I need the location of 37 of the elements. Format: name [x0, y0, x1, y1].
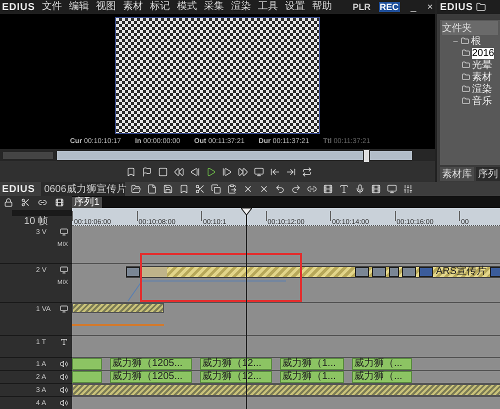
- menu-item[interactable]: 帮助: [312, 1, 332, 13]
- tree-item[interactable]: 素材: [472, 70, 492, 84]
- audio-clip[interactable]: 威力狮（1205...: [110, 371, 192, 383]
- audio-clip[interactable]: 威力狮（...: [352, 358, 412, 370]
- bin-tab[interactable]: 序列: [476, 167, 500, 181]
- bin-tab[interactable]: 素材库: [440, 167, 474, 181]
- app-logo: EDIUS: [2, 2, 36, 12]
- app-logo: EDIUS: [2, 184, 36, 194]
- mode-tab[interactable]: PLR: [352, 2, 372, 12]
- tree-item[interactable]: 光晕: [472, 58, 492, 72]
- project-name-field[interactable]: 0606威力狮宣传片: [41, 182, 126, 196]
- menu-item[interactable]: 编辑: [69, 1, 90, 13]
- app-logo: EDIUS: [440, 2, 474, 12]
- menu-item[interactable]: 设置: [285, 1, 306, 13]
- sequence-tab[interactable]: 序列1: [72, 197, 102, 208]
- video-clip[interactable]: ARS宣传片: [126, 266, 500, 278]
- menu-item[interactable]: 素材: [123, 1, 144, 13]
- tree-item[interactable]: 音乐: [472, 94, 492, 108]
- tree-item[interactable]: 根: [471, 34, 481, 48]
- menu-item[interactable]: 标记: [150, 1, 170, 13]
- menu-item[interactable]: 视图: [96, 1, 116, 13]
- tree-item[interactable]: 渲染: [472, 82, 492, 96]
- menu-item[interactable]: 模式: [177, 1, 198, 13]
- menu-item[interactable]: 工具: [258, 1, 278, 13]
- menu-item[interactable]: 文件: [42, 1, 62, 13]
- menu-item[interactable]: 采集: [204, 1, 224, 13]
- mode-tab[interactable]: REC: [378, 2, 400, 12]
- audio-clip[interactable]: 威力狮（1...: [280, 358, 344, 370]
- close-button[interactable]: ×: [427, 2, 433, 12]
- tree-item[interactable]: 2016: [472, 48, 494, 58]
- minimize-button[interactable]: _: [410, 2, 416, 12]
- audio-clip[interactable]: 威力狮（1205...: [110, 358, 192, 370]
- audio-clip[interactable]: 威力狮（...: [352, 371, 412, 383]
- menu-item[interactable]: 渲染: [231, 1, 252, 13]
- tree-header: 文件夹: [442, 21, 498, 35]
- zoom-dropdown[interactable]: 10 帧: [24, 217, 48, 226]
- audio-clip[interactable]: 威力狮（1...: [280, 371, 344, 383]
